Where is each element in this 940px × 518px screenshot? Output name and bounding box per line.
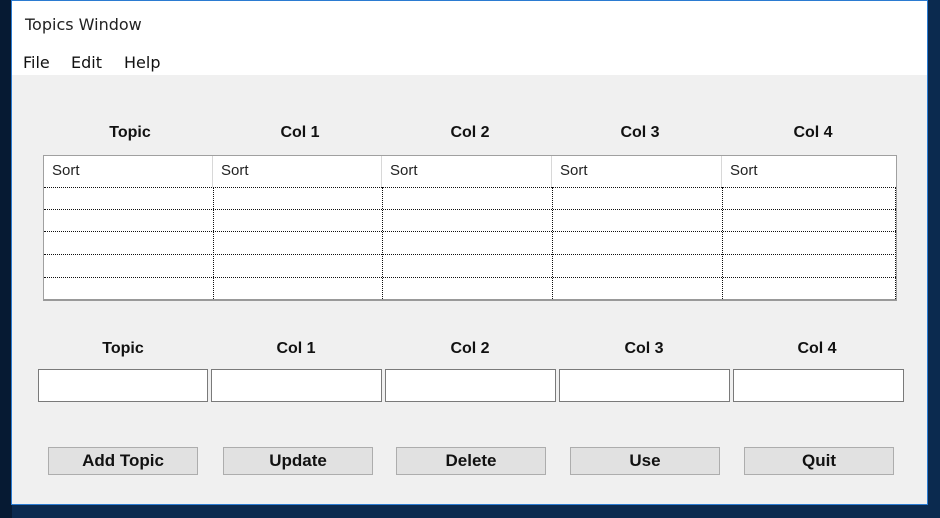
grid-col-divider — [382, 187, 383, 299]
topics-window: Topics Window File Edit Help Topic Col 1… — [11, 0, 928, 505]
form-label-col1: Col 1 — [276, 340, 316, 357]
sort-button-col2[interactable]: Sort — [382, 156, 552, 187]
topic-input[interactable] — [38, 369, 208, 402]
update-button[interactable]: Update — [223, 447, 373, 475]
grid-row-divider — [44, 231, 896, 232]
topics-grid: Sort Sort Sort Sort Sort — [43, 155, 897, 301]
grid-header-col3: Col 3 — [620, 124, 660, 141]
quit-button[interactable]: Quit — [744, 447, 894, 475]
col2-input[interactable] — [385, 369, 556, 402]
col3-input[interactable] — [559, 369, 730, 402]
grid-header-col4: Col 4 — [793, 124, 833, 141]
sort-button-col1[interactable]: Sort — [213, 156, 382, 187]
delete-button[interactable]: Delete — [396, 447, 546, 475]
grid-row-divider — [44, 277, 896, 278]
menu-help[interactable]: Help — [124, 53, 160, 72]
grid-row-divider — [44, 187, 896, 188]
grid-col-divider — [895, 187, 896, 299]
grid-row-divider — [44, 254, 896, 255]
sort-button-topic[interactable]: Sort — [44, 156, 213, 187]
menu-edit[interactable]: Edit — [71, 53, 102, 72]
grid-col-divider — [722, 187, 723, 299]
grid-col-divider — [552, 187, 553, 299]
grid-row-divider — [44, 209, 896, 210]
menu-bar: File Edit Help — [12, 47, 927, 75]
col4-input[interactable] — [733, 369, 904, 402]
grid-header-topic: Topic — [109, 124, 151, 141]
add-topic-button[interactable]: Add Topic — [48, 447, 198, 475]
form-label-topic: Topic — [102, 340, 144, 357]
grid-header-col2: Col 2 — [450, 124, 490, 141]
grid-col-divider — [213, 187, 214, 299]
form-label-col4: Col 4 — [797, 340, 837, 357]
col1-input[interactable] — [211, 369, 382, 402]
form-label-col3: Col 3 — [624, 340, 664, 357]
sort-button-col3[interactable]: Sort — [552, 156, 722, 187]
grid-header-col1: Col 1 — [280, 124, 320, 141]
window-title: Topics Window — [25, 15, 142, 34]
title-bar[interactable]: Topics Window — [12, 1, 927, 47]
use-button[interactable]: Use — [570, 447, 720, 475]
menu-file[interactable]: File — [23, 53, 50, 72]
form-label-col2: Col 2 — [450, 340, 490, 357]
sort-row: Sort Sort Sort Sort Sort — [44, 156, 896, 187]
sort-button-col4[interactable]: Sort — [722, 156, 896, 187]
